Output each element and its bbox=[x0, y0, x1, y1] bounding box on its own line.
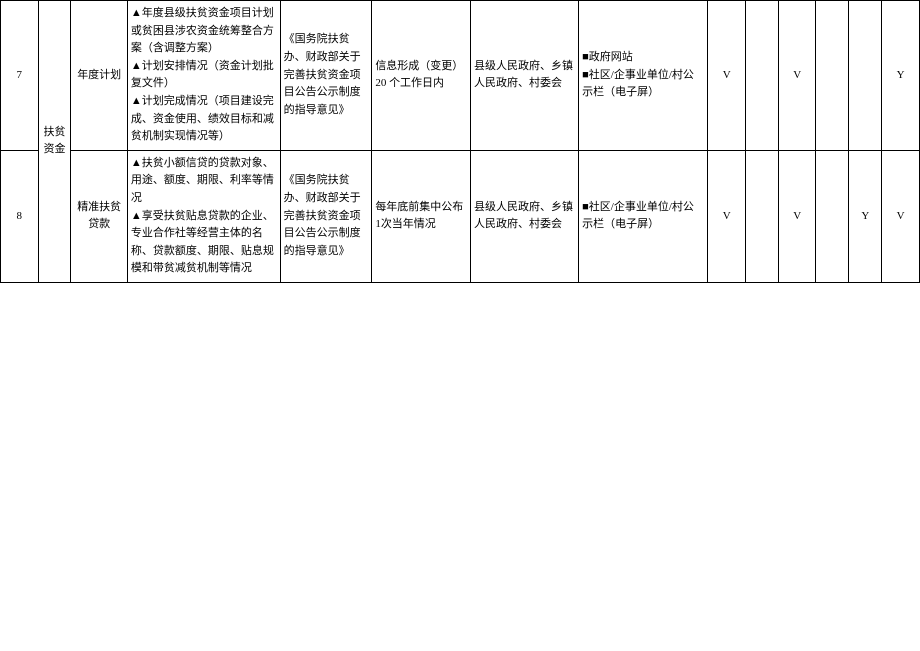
content-cell: ▲年度县级扶贫资金项目计划或贫困县涉农资金统筹整合方案（含调整方案）▲计划安排情… bbox=[127, 1, 280, 151]
data-table: 7 扶贫资金 年度计划 ▲年度县级扶贫资金项目计划或贫困县涉农资金统筹整合方案（… bbox=[0, 0, 920, 283]
mark-cell: V bbox=[778, 1, 816, 151]
mark-cell bbox=[745, 1, 778, 151]
category-level2: 精准扶贫贷款 bbox=[71, 150, 127, 282]
mark-cell bbox=[816, 1, 849, 151]
mark-cell: Y bbox=[849, 150, 882, 282]
mark-cell: Y bbox=[882, 1, 920, 151]
subject-cell: 县级人民政府、乡镇人民政府、村委会 bbox=[471, 150, 579, 282]
mark-cell bbox=[745, 150, 778, 282]
channel-cell: ■社区/企事业单位/村公示栏（电子屏） bbox=[579, 150, 708, 282]
category-level1: 扶贫资金 bbox=[38, 1, 71, 283]
mark-cell: V bbox=[778, 150, 816, 282]
time-cell: 信息形成（变更）20 个工作日内 bbox=[372, 1, 471, 151]
mark-cell bbox=[849, 1, 882, 151]
mark-cell bbox=[816, 150, 849, 282]
table-row: 7 扶贫资金 年度计划 ▲年度县级扶贫资金项目计划或贫困县涉农资金统筹整合方案（… bbox=[1, 1, 920, 151]
row-num: 8 bbox=[1, 150, 39, 282]
subject-cell: 县级人民政府、乡镇人民政府、村委会 bbox=[471, 1, 579, 151]
table-row: 8 精准扶贫贷款 ▲扶贫小额信贷的贷款对象、用途、额度、期限、利率等情况▲享受扶… bbox=[1, 150, 920, 282]
channel-cell: ■政府网站■社区/企事业单位/村公示栏（电子屏） bbox=[579, 1, 708, 151]
category-level2: 年度计划 bbox=[71, 1, 127, 151]
content-cell: ▲扶贫小额信贷的贷款对象、用途、额度、期限、利率等情况▲享受扶贫贴息贷款的企业、… bbox=[127, 150, 280, 282]
mark-cell: V bbox=[882, 150, 920, 282]
basis-cell: 《国务院扶贫办、财政部关于完善扶贫资金项目公告公示制度的指导意见》 bbox=[280, 1, 372, 151]
mark-cell: V bbox=[708, 150, 746, 282]
mark-cell: V bbox=[708, 1, 746, 151]
row-num: 7 bbox=[1, 1, 39, 151]
basis-cell: 《国务院扶贫办、财政部关于完善扶贫资金项目公告公示制度的指导意见》 bbox=[280, 150, 372, 282]
time-cell: 每年底前集中公布1次当年情况 bbox=[372, 150, 471, 282]
